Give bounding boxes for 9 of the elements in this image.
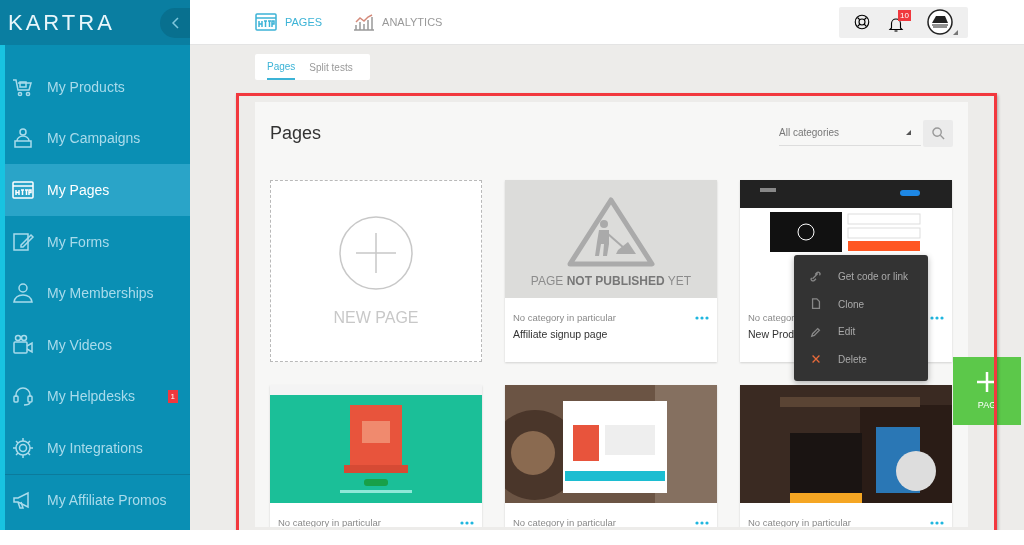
count-badge: 1: [167, 389, 178, 403]
page-name: New Prod: [748, 328, 795, 340]
panel-title: Pages: [270, 122, 323, 144]
notice-text: PAGE NOT PUBLISHED YET: [530, 274, 692, 288]
logo: KARTRA: [7, 9, 115, 36]
category-label: No categor: [748, 312, 795, 323]
count-badge: 10: [898, 10, 911, 21]
category-label: No category in particular: [513, 312, 616, 323]
page-name: Affiliate signup page: [513, 328, 608, 340]
